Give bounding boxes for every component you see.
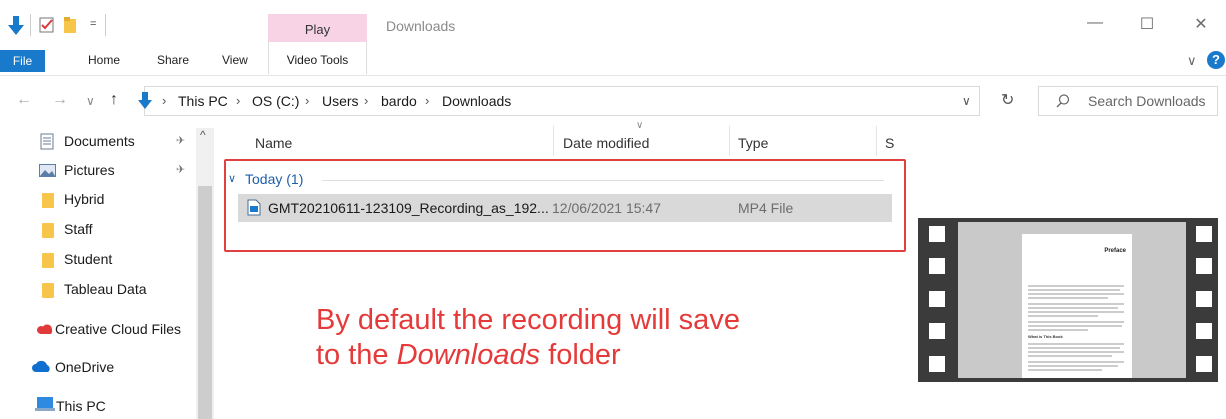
film-hole bbox=[1196, 356, 1212, 372]
film-hole bbox=[929, 226, 945, 242]
tab-file[interactable]: File bbox=[0, 50, 45, 72]
sidebar-item-this-pc[interactable]: This PC bbox=[56, 398, 106, 414]
breadcrumb-users[interactable]: Users bbox=[322, 93, 359, 109]
film-hole bbox=[1196, 323, 1212, 339]
folder-icon bbox=[42, 253, 54, 268]
breadcrumb-separator-icon: › bbox=[425, 93, 430, 108]
column-header-type[interactable]: Type bbox=[738, 135, 768, 151]
folder-icon bbox=[42, 283, 54, 298]
pin-icon[interactable]: ✈ bbox=[176, 163, 185, 176]
film-hole bbox=[1196, 226, 1212, 242]
breadcrumb-separator-icon: › bbox=[305, 93, 310, 108]
tab-video-tools[interactable]: Video Tools bbox=[268, 42, 367, 74]
highlight-box bbox=[224, 159, 906, 252]
search-placeholder: Search Downloads bbox=[1088, 93, 1206, 109]
breadcrumb-bardo[interactable]: bardo bbox=[381, 93, 417, 109]
column-divider[interactable] bbox=[876, 126, 877, 156]
creative-cloud-icon bbox=[37, 324, 53, 334]
sidebar-item-tableau-data[interactable]: Tableau Data bbox=[64, 281, 147, 297]
recent-locations-button[interactable]: ∨ bbox=[86, 94, 95, 108]
scroll-up-icon[interactable]: ^ bbox=[200, 128, 206, 142]
sidebar-item-onedrive[interactable]: OneDrive bbox=[55, 359, 114, 375]
tab-view[interactable]: View bbox=[222, 53, 248, 67]
properties-check-icon[interactable] bbox=[39, 16, 55, 34]
computer-icon bbox=[35, 397, 55, 411]
pictures-icon bbox=[39, 164, 56, 177]
film-hole bbox=[1196, 258, 1212, 274]
qat-dropdown-icon[interactable]: = bbox=[90, 18, 96, 30]
preview-document-page: Preface What is This Book bbox=[1022, 234, 1132, 378]
film-hole bbox=[929, 291, 945, 307]
tab-home[interactable]: Home bbox=[88, 53, 120, 67]
refresh-button[interactable]: ↻ bbox=[1001, 90, 1014, 110]
annotation-text: By default the recording will save to th… bbox=[316, 303, 740, 373]
column-header-date-modified[interactable]: Date modified bbox=[563, 135, 649, 151]
toolbar-divider bbox=[30, 14, 31, 36]
breadcrumb-downloads[interactable]: Downloads bbox=[442, 93, 511, 109]
breadcrumb-separator-icon: › bbox=[364, 93, 369, 108]
film-hole bbox=[929, 323, 945, 339]
sidebar-item-documents[interactable]: Documents bbox=[64, 133, 135, 149]
downloads-arrow-icon bbox=[138, 92, 152, 109]
toolbar-divider bbox=[105, 14, 106, 36]
annotation-line-1: By default the recording will save bbox=[316, 304, 740, 336]
forward-button[interactable]: → bbox=[52, 91, 68, 109]
documents-icon bbox=[40, 133, 54, 150]
annotation-line-2: to the Downloads folder bbox=[316, 339, 621, 371]
breadcrumb-this-pc[interactable]: This PC bbox=[178, 93, 228, 109]
help-icon[interactable]: ? bbox=[1207, 51, 1225, 69]
preview-heading: Preface bbox=[1104, 248, 1126, 254]
back-button[interactable]: ← bbox=[16, 91, 32, 109]
onedrive-icon bbox=[32, 360, 50, 372]
column-header-size[interactable]: S bbox=[885, 135, 894, 151]
sidebar-item-pictures[interactable]: Pictures bbox=[64, 162, 115, 178]
sidebar-item-staff[interactable]: Staff bbox=[64, 221, 93, 237]
minimize-button[interactable]: — bbox=[1080, 14, 1110, 34]
quick-access-arrow-icon[interactable] bbox=[8, 16, 24, 36]
film-hole bbox=[929, 258, 945, 274]
ribbon-expand-icon[interactable]: ∨ bbox=[1187, 53, 1197, 69]
column-header-name[interactable]: Name bbox=[255, 135, 292, 151]
column-divider[interactable] bbox=[729, 126, 730, 156]
preview-text-lines bbox=[1028, 285, 1124, 371]
breadcrumb-separator-icon: › bbox=[236, 93, 241, 108]
tab-share[interactable]: Share bbox=[157, 53, 189, 67]
film-hole bbox=[1196, 291, 1212, 307]
sidebar-item-student[interactable]: Student bbox=[64, 251, 112, 267]
column-divider[interactable] bbox=[553, 126, 554, 156]
title-bar bbox=[0, 0, 1226, 42]
breadcrumb-os-c[interactable]: OS (C:) bbox=[252, 93, 299, 109]
scrollbar-thumb[interactable] bbox=[198, 186, 212, 419]
context-tab-play[interactable]: Play bbox=[268, 14, 367, 42]
breadcrumb-separator-icon: › bbox=[162, 93, 167, 108]
preview-subheading: What is This Book bbox=[1028, 334, 1063, 339]
close-button[interactable]: ✕ bbox=[1186, 14, 1216, 34]
sort-chevron-icon: ∨ bbox=[636, 120, 644, 131]
new-folder-icon[interactable] bbox=[64, 17, 78, 33]
folder-icon bbox=[42, 223, 54, 238]
folder-icon bbox=[42, 193, 54, 208]
up-button[interactable]: ↑ bbox=[110, 91, 118, 109]
sidebar-item-creative-cloud-files[interactable]: Creative Cloud Files bbox=[55, 321, 181, 337]
sidebar-item-hybrid[interactable]: Hybrid bbox=[64, 191, 104, 207]
address-dropdown-icon[interactable]: ∨ bbox=[962, 94, 971, 108]
search-icon bbox=[1056, 94, 1070, 108]
maximize-button[interactable]: ☐ bbox=[1132, 14, 1162, 34]
window-title: Downloads bbox=[386, 18, 456, 34]
pin-icon[interactable]: ✈ bbox=[176, 134, 185, 147]
film-hole bbox=[929, 356, 945, 372]
